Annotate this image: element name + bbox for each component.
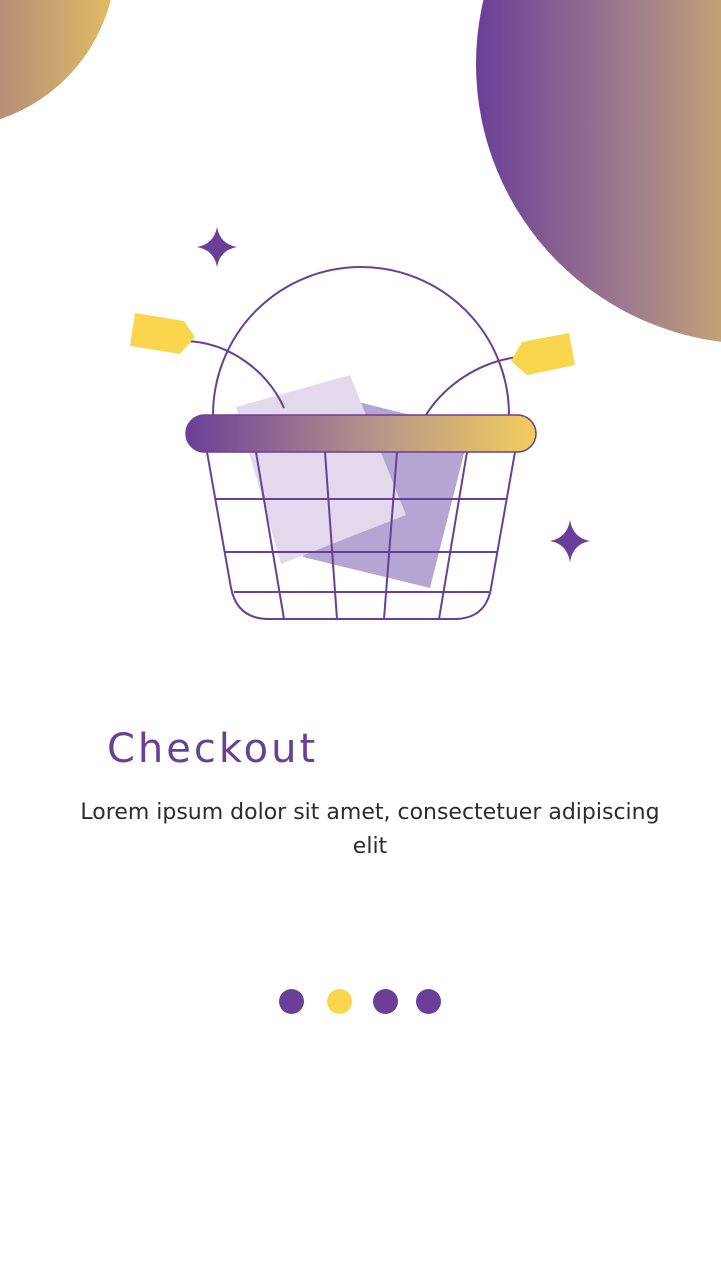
price-tag-icon [130,313,285,409]
onboarding-screen: Checkout Lorem ipsum dolor sit amet, con… [0,0,721,1280]
page-indicator-dot-3[interactable] [373,989,398,1014]
page-indicator-dot-2[interactable] [327,989,352,1014]
page-indicator-dot-4[interactable] [416,989,441,1014]
sparkle-icon [197,227,237,267]
price-tag-icon [425,333,575,416]
shopping-basket-icon [130,227,590,620]
page-description: Lorem ipsum dolor sit amet, consectetuer… [80,800,660,859]
decorative-gradient-blob-top-left [0,0,116,128]
page-indicator [279,989,449,1015]
sparkle-icon [550,520,590,562]
page-title: Checkout [107,726,319,772]
page-indicator-dot-1[interactable] [279,989,304,1014]
